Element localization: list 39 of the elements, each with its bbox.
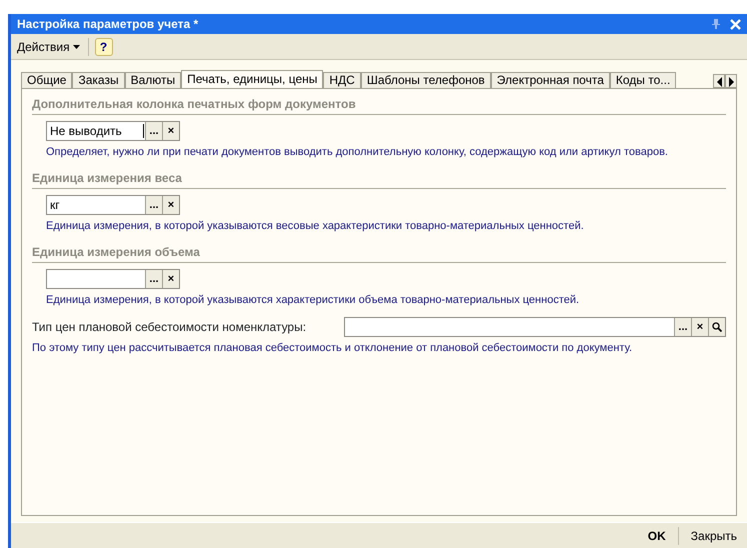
clear-button[interactable]: × [162, 122, 179, 140]
hint-text: По этому типу цен рассчитывается плановая себестоимость и отклонение от плановой себестоимости по документу. [32, 341, 634, 355]
close-button[interactable]: Закрыть [686, 526, 741, 544]
select-button[interactable]: ... [145, 196, 162, 214]
select-button[interactable]: ... [674, 318, 691, 336]
hint-text: Единица измерения, в которой указываются весовые характеристики товарно-материальных ценностей. [46, 219, 585, 233]
text-field[interactable]: ... × [46, 269, 180, 289]
actions-menu-button[interactable]: Действия [15, 36, 82, 56]
text-field[interactable]: Не выводить ... × [46, 121, 180, 141]
tab[interactable]: Электронная почта [490, 72, 610, 88]
hint-text: Единица измерения, в которой указываются характеристики объема товарно-материальных ценностей. [46, 293, 580, 307]
tab[interactable]: Коды то... [610, 72, 676, 88]
section-heading: Дополнительная колонка печатных форм документов [32, 95, 726, 115]
field-label: Тип цен плановой себестоимости номенклатуры: [32, 319, 308, 336]
section-heading: Единица измерения объема [32, 243, 726, 263]
scroll-left-icon[interactable] [713, 74, 725, 88]
tab[interactable]: Валюты [124, 72, 182, 88]
caret-icon [72, 44, 80, 48]
text-field[interactable]: кг ... × [46, 195, 180, 215]
close-icon[interactable] [730, 18, 741, 30]
scroll-right-icon[interactable] [725, 74, 737, 88]
help-button[interactable]: ? [94, 38, 113, 56]
search-button[interactable] [708, 318, 725, 336]
section-heading: Единица измерения веса [32, 169, 726, 189]
clear-button[interactable]: × [162, 196, 179, 214]
tab[interactable]: Заказы [72, 72, 125, 88]
clear-button[interactable]: × [691, 318, 708, 336]
search-icon [712, 322, 722, 332]
clear-button[interactable]: × [162, 270, 179, 288]
ok-button[interactable]: OK [644, 526, 670, 544]
window-title: Настройка параметров учета * [17, 16, 198, 33]
select-button[interactable]: ... [145, 270, 162, 288]
tab[interactable]: Шаблоны телефонов [360, 72, 491, 88]
hint-text: Определяет, нужно ли при печати документов выводить дополнительную колонку, содержащую код или артикул товаров. [46, 145, 669, 159]
tab[interactable]: НДС [323, 72, 361, 88]
select-button[interactable]: ... [145, 122, 162, 140]
text-field[interactable]: ... × [344, 317, 726, 337]
tab[interactable]: Общие [21, 72, 72, 88]
tab[interactable]: Печать, единицы, цены [181, 70, 324, 88]
